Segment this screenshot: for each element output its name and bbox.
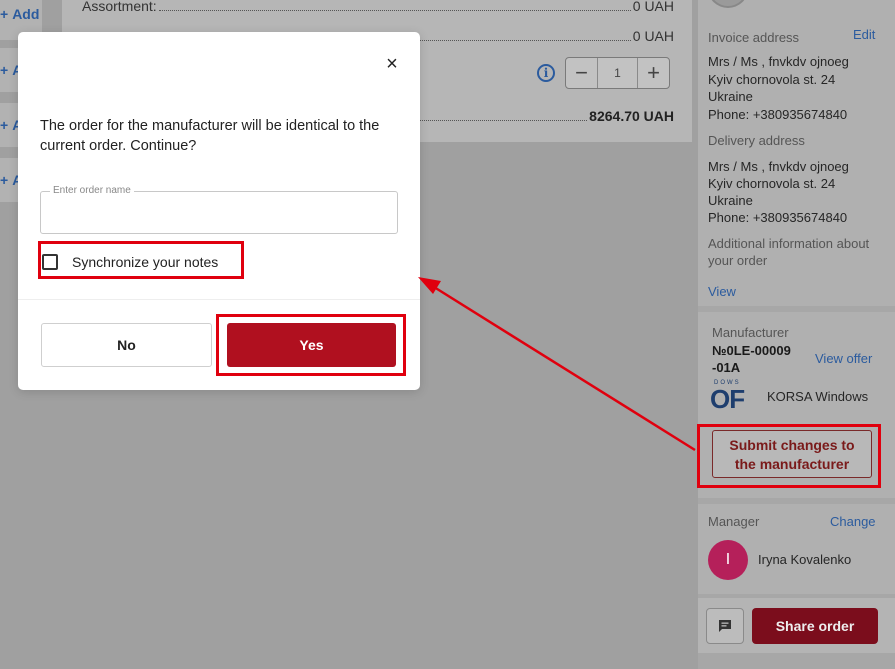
assortment-value: 0 UAH <box>632 0 674 14</box>
total-value: 8264.70 UAH <box>589 108 674 124</box>
order-name-field <box>40 191 398 234</box>
assortment-label: Assortment: <box>82 0 157 14</box>
dialog-divider <box>18 299 420 300</box>
no-button[interactable]: No <box>41 323 212 367</box>
address-card: Invoice address Edit Mrs / Ms , fnvkdv o… <box>698 0 895 306</box>
invoice-line: Kyiv chornovola st. 24 <box>708 72 836 87</box>
dialog-message: The order for the manufacturer will be i… <box>40 118 380 154</box>
manufacturer-code-2: -01A <box>712 360 741 375</box>
manufacturer-logo: DOWS OF <box>710 380 745 414</box>
comment-icon <box>719 620 731 632</box>
invoice-line: Mrs / Ms , fnvkdv ojnoeg <box>708 54 849 69</box>
manufacturer-name: KORSA Windows <box>767 389 869 404</box>
share-order-button[interactable]: Share order <box>752 608 878 644</box>
invoice-line: Phone: +380935674840 <box>708 107 848 122</box>
additional-info-label-2: your order <box>708 253 768 268</box>
quantity-value[interactable]: 1 <box>597 58 638 88</box>
quantity-stepper: − 1 + <box>565 57 670 89</box>
order-sidebar: Invoice address Edit Mrs / Ms , fnvkdv o… <box>698 0 895 669</box>
assortment-row: Assortment: 0 UAH <box>82 0 674 14</box>
summary-value: 0 UAH <box>632 28 674 44</box>
plus-icon: + <box>0 6 9 22</box>
add-label: Add <box>12 6 40 22</box>
delivery-line: Ukraine <box>708 193 753 208</box>
change-manager-link[interactable]: Change <box>830 514 876 529</box>
plus-icon: + <box>0 62 9 78</box>
delivery-address-label: Delivery address <box>708 133 805 148</box>
additional-info-label: Additional information about <box>708 236 870 251</box>
manager-name: Iryna Kovalenko <box>758 552 852 567</box>
invoice-line: Ukraine <box>708 89 753 104</box>
edit-address-link[interactable]: Edit <box>853 27 875 42</box>
comment-button[interactable] <box>706 608 744 644</box>
order-name-input[interactable] <box>41 192 397 233</box>
annotation-frame-submit <box>697 424 881 488</box>
manager-avatar: I <box>708 540 748 580</box>
order-name-label: Enter order name <box>50 185 134 196</box>
delivery-line: Phone: +380935674840 <box>708 210 848 225</box>
manufacturer-code: №0LE-00009 <box>712 343 791 358</box>
view-offer-link[interactable]: View offer <box>815 351 872 366</box>
sidebar-actions: Share order <box>698 598 895 653</box>
arrow-head <box>418 277 441 294</box>
plus-button[interactable]: + <box>638 58 669 88</box>
delivery-line: Mrs / Ms , fnvkdv ojnoeg <box>708 159 849 174</box>
delivery-line: Kyiv chornovola st. 24 <box>708 176 836 191</box>
minus-button[interactable]: − <box>566 58 597 88</box>
plus-icon: + <box>0 117 9 133</box>
annotation-frame-yes <box>216 314 406 376</box>
manager-card: Manager Change I Iryna Kovalenko <box>698 504 895 594</box>
plus-icon: + <box>0 172 9 188</box>
manufacturer-label: Manufacturer <box>712 325 789 340</box>
arrow-line <box>433 285 696 452</box>
invoice-address-label: Invoice address <box>708 30 800 45</box>
manager-label: Manager <box>708 514 760 529</box>
info-icon[interactable]: i <box>537 64 555 82</box>
annotation-frame-sync <box>38 241 244 279</box>
avatar <box>708 0 748 8</box>
view-info-link[interactable]: View <box>708 284 736 299</box>
close-icon[interactable]: × <box>382 54 402 74</box>
